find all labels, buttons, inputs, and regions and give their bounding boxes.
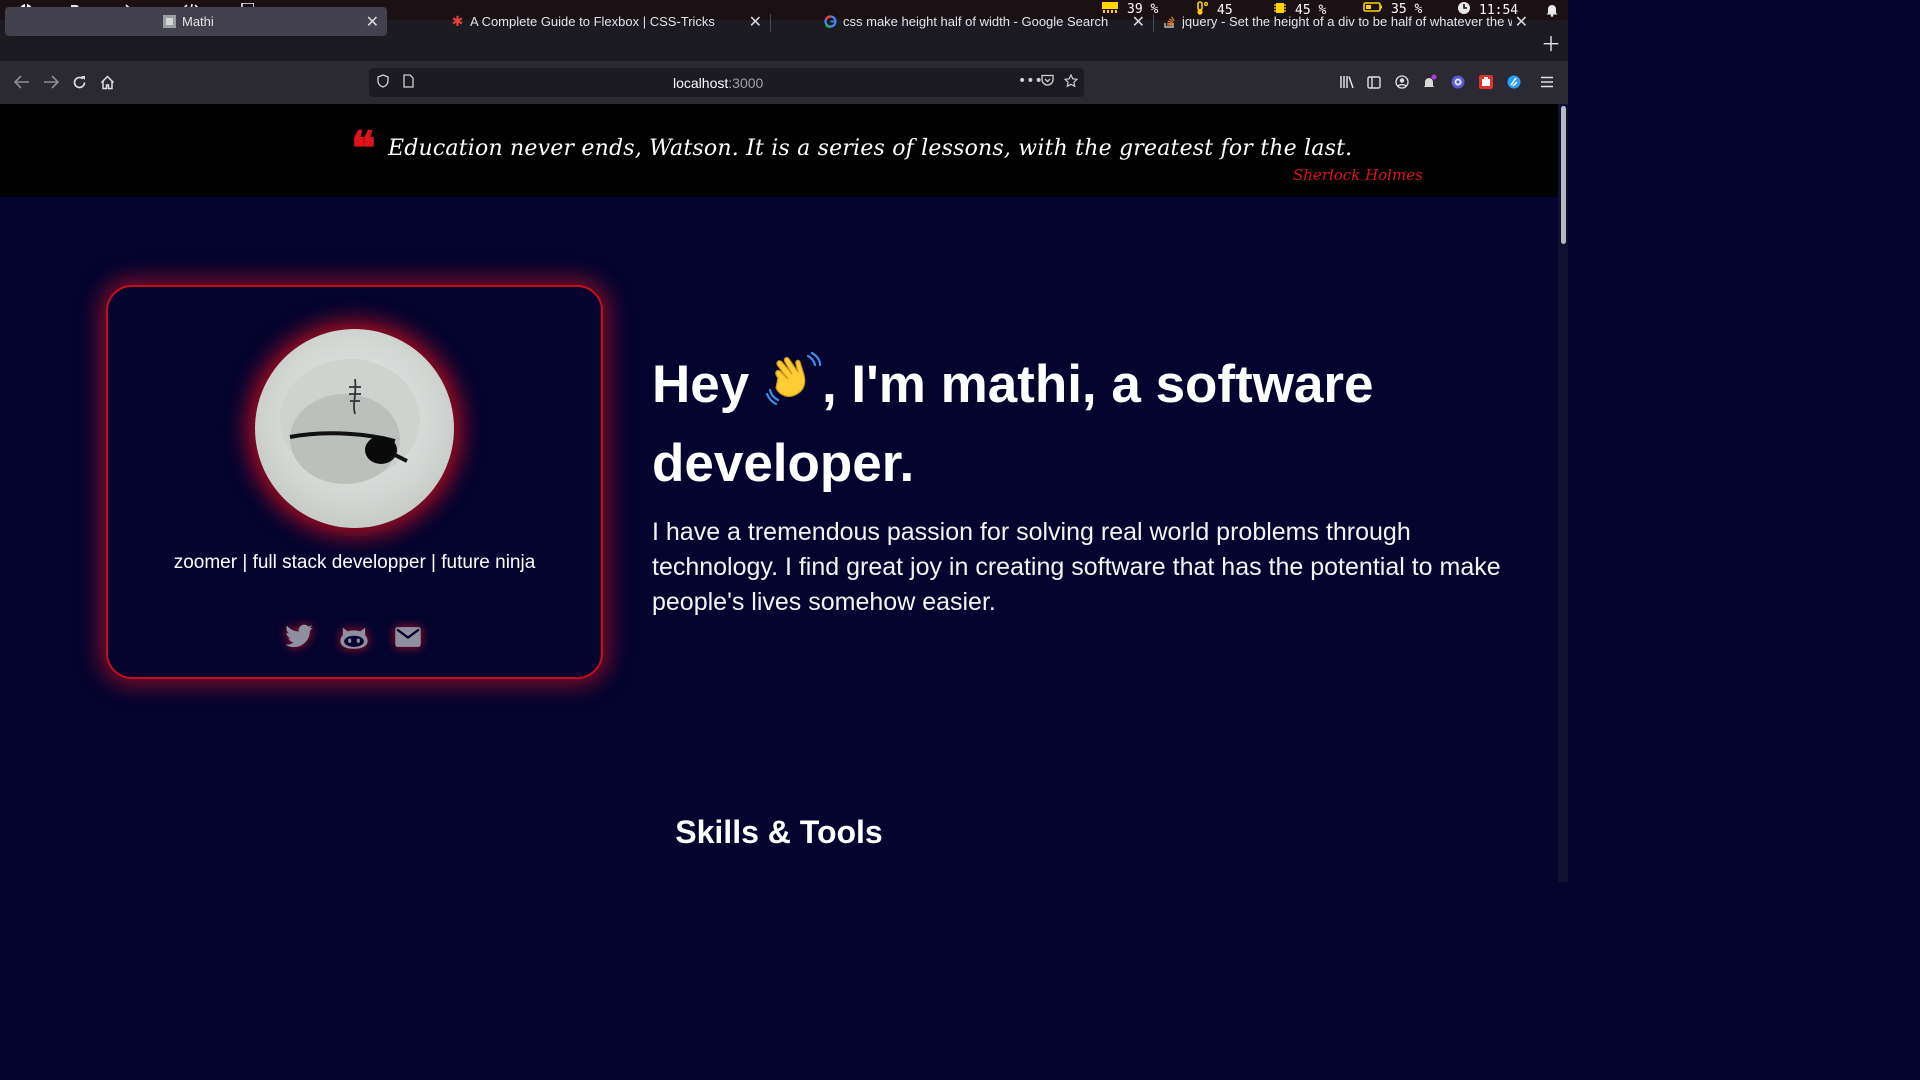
github-icon[interactable] [338, 621, 370, 653]
hamburger-menu-icon[interactable] [1538, 73, 1556, 91]
tab-google-search[interactable]: css make height half of width - Google S… [771, 7, 1153, 36]
waving-hand-icon [764, 350, 822, 427]
bookmark-star-icon[interactable] [1063, 73, 1079, 92]
forward-button[interactable] [41, 72, 61, 92]
hero-greeting-start: Hey [652, 355, 764, 414]
tab-close-icon[interactable]: ✕ [366, 12, 379, 32]
library-icon[interactable] [1338, 73, 1356, 91]
hero-bio: I have a tremendous passion for solving … [652, 518, 1501, 616]
notification-bell-icon[interactable] [1543, 1, 1561, 19]
url-text[interactable]: localhost:3000 [673, 75, 763, 91]
new-tab-button[interactable]: ＋ [1541, 28, 1561, 57]
tab-close-icon[interactable]: ✕ [1515, 12, 1528, 32]
tab-title: Mathi [182, 14, 214, 29]
address-bar[interactable]: localhost:3000 ••• [369, 68, 1084, 97]
mail-icon[interactable] [392, 621, 424, 653]
tab-stackoverflow[interactable]: jquery - Set the height of a div to be h… [1154, 7, 1536, 36]
sidebar-icon[interactable] [1365, 73, 1383, 91]
site-favicon-icon [163, 15, 176, 28]
tab-close-icon[interactable]: ✕ [1132, 12, 1145, 32]
quote-mark-icon: ❝ [351, 121, 376, 175]
page-info-icon[interactable] [403, 74, 414, 92]
more-actions-icon[interactable]: ••• [1018, 73, 1043, 89]
hero-heading: Hey , I'm mathi, a software developer. [652, 348, 1512, 500]
reload-button[interactable] [69, 72, 89, 92]
shield-icon[interactable] [377, 74, 389, 92]
quote-author: Sherlock Holmes [1293, 166, 1423, 184]
skills-section-heading: Skills & Tools [675, 814, 883, 850]
google-favicon-icon [824, 15, 837, 28]
home-button[interactable] [97, 72, 117, 92]
avatar [255, 329, 454, 528]
tab-title: jquery - Set the height of a div to be h… [1182, 14, 1512, 29]
extension-globe-icon[interactable] [1449, 73, 1467, 91]
url-host: localhost [673, 75, 729, 91]
url-port: :3000 [728, 75, 764, 91]
tab-title: css make height half of width - Google S… [843, 14, 1109, 29]
tab-mathi[interactable]: Mathi ✕ [5, 7, 387, 36]
scrollbar-thumb[interactable] [1561, 106, 1566, 244]
css-tricks-favicon-icon: ✱ [451, 13, 464, 29]
account-icon[interactable] [1393, 73, 1411, 91]
back-button[interactable] [12, 72, 32, 92]
tab-title: A Complete Guide to Flexbox | CSS-Tricks [470, 14, 715, 29]
tab-css-tricks[interactable]: ✱ A Complete Guide to Flexbox | CSS-Tric… [388, 7, 770, 36]
extension-red-icon[interactable] [1477, 73, 1495, 91]
extension-blue-icon[interactable] [1505, 73, 1523, 91]
quote-text: Education never ends, Watson. It is a se… [388, 136, 1353, 161]
twitter-icon[interactable] [283, 621, 315, 653]
profile-tagline: zoomer | full stack developper | future … [173, 552, 536, 573]
notification-extension-icon[interactable] [1421, 73, 1439, 91]
pocket-icon[interactable] [1041, 74, 1054, 91]
stackoverflow-favicon-icon [1163, 15, 1176, 28]
tab-close-icon[interactable]: ✕ [749, 12, 762, 32]
